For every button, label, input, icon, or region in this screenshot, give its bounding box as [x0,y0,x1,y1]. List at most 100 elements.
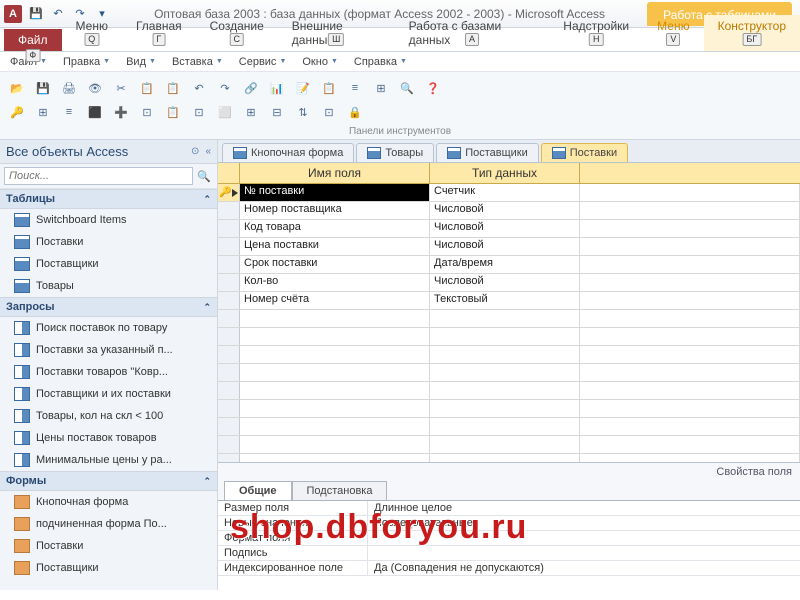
field-desc-cell[interactable] [580,184,800,201]
toolbar-button[interactable]: ⊟ [266,101,288,123]
row-selector[interactable] [218,436,240,453]
nav-item[interactable]: Поставки за указанный п... [0,339,217,361]
toolbar-button[interactable]: ⊞ [240,101,262,123]
ribbon-tab[interactable]: МенюQ [62,15,122,51]
document-tab[interactable]: Кнопочная форма [222,143,354,162]
row-selector[interactable] [218,202,240,219]
property-value[interactable]: Да (Совпадения не допускаются) [368,561,550,575]
menu-item[interactable]: Окно▼ [296,54,344,70]
ribbon-tab[interactable]: КонструкторБГ [704,15,800,51]
row-selector[interactable] [218,238,240,255]
field-row[interactable]: Срок поставкиДата/время [218,256,800,274]
ribbon-tab[interactable]: СозданиеС [196,15,278,51]
toolbar-button[interactable]: ⊞ [32,101,54,123]
field-desc-cell[interactable] [580,256,800,273]
toolbar-button[interactable]: 📋 [318,77,340,99]
nav-item[interactable]: Поставки [0,231,217,253]
file-tab[interactable]: Файл Ф [4,29,62,51]
nav-collapse-icon[interactable]: « [205,146,211,157]
toolbar-button[interactable]: ⇅ [292,101,314,123]
row-selector[interactable] [218,256,240,273]
row-selector[interactable] [218,346,240,363]
menu-item[interactable]: Вставка▼ [166,54,229,70]
toolbar-button[interactable]: 💾 [32,77,54,99]
nav-item[interactable]: Поиск поставок по товару [0,317,217,339]
field-name-cell[interactable]: № поставки [240,184,430,201]
toolbar-button[interactable]: ➕ [110,101,132,123]
field-row-empty[interactable] [218,400,800,418]
nav-header[interactable]: Все объекты Access ⊙ « [0,140,217,164]
field-type-cell[interactable]: Числовой [430,274,580,291]
toolbar-button[interactable]: 📂 [6,77,28,99]
toolbar-button[interactable]: ↷ [214,77,236,99]
property-value[interactable] [368,546,380,560]
menu-item[interactable]: Правка▼ [57,54,116,70]
row-selector[interactable] [218,382,240,399]
nav-item[interactable]: Поставщики [0,557,217,579]
document-tab[interactable]: Товары [356,143,434,162]
field-desc-cell[interactable] [580,292,800,309]
row-selector[interactable] [218,454,240,462]
qat-save-icon[interactable]: 💾 [26,4,46,24]
toolbar-button[interactable]: 📋 [162,77,184,99]
row-selector[interactable] [218,400,240,417]
row-selector[interactable] [218,328,240,345]
field-row[interactable]: Номер счётаТекстовый [218,292,800,310]
property-value[interactable]: Длинное целое [368,501,458,515]
field-name-cell[interactable]: Цена поставки [240,238,430,255]
document-tab[interactable]: Поставки [541,143,628,162]
toolbar-button[interactable]: 🔗 [240,77,262,99]
field-row-empty[interactable] [218,346,800,364]
field-type-cell[interactable]: Счетчик [430,184,580,201]
nav-filter-icon[interactable]: ⊙ [191,146,199,157]
nav-item[interactable]: подчиненная форма По... [0,513,217,535]
prop-tab-general[interactable]: Общие [224,481,292,500]
toolbar-button[interactable]: 📊 [266,77,288,99]
field-row-empty[interactable] [218,382,800,400]
document-tab[interactable]: Поставщики [436,143,539,162]
field-row-empty[interactable] [218,328,800,346]
field-name-cell[interactable]: Номер поставщика [240,202,430,219]
nav-group-header[interactable]: Запросы⌃ [0,297,217,317]
toolbar-button[interactable]: 🖨 [58,77,80,99]
toolbar-button[interactable]: 📝 [292,77,314,99]
field-desc-cell[interactable] [580,220,800,237]
field-row[interactable]: 🔑№ поставкиСчетчик [218,184,800,202]
property-row[interactable]: Индексированное полеДа (Совпадения не до… [218,561,800,576]
toolbar-button[interactable]: ⬜ [214,101,236,123]
menu-item[interactable]: Справка▼ [348,54,413,70]
field-type-cell[interactable]: Дата/время [430,256,580,273]
property-value[interactable]: Последовательные [368,516,479,530]
ribbon-tab[interactable]: ГлавнаяГ [122,15,196,51]
toolbar-button[interactable]: 📋 [162,101,184,123]
property-row[interactable]: Новые значенияПоследовательные [218,516,800,531]
field-name-cell[interactable]: Код товара [240,220,430,237]
property-row[interactable]: Подпись [218,546,800,561]
field-row-empty[interactable] [218,436,800,454]
nav-group-header[interactable]: Формы⌃ [0,471,217,491]
property-row[interactable]: Формат поля [218,531,800,546]
field-desc-cell[interactable] [580,238,800,255]
nav-group-header[interactable]: Таблицы⌃ [0,189,217,209]
nav-item[interactable]: Поставщики [0,253,217,275]
nav-item[interactable]: Товары, кол на скл < 100 [0,405,217,427]
toolbar-button[interactable]: ⊞ [370,77,392,99]
field-row[interactable]: Код товараЧисловой [218,220,800,238]
row-selector[interactable] [218,220,240,237]
toolbar-button[interactable]: ⬛ [84,101,106,123]
nav-item[interactable]: Цены поставок товаров [0,427,217,449]
field-name-cell[interactable]: Срок поставки [240,256,430,273]
col-description[interactable] [580,163,800,183]
toolbar-button[interactable]: ⊡ [318,101,340,123]
nav-item[interactable]: Switchboard Items [0,209,217,231]
ribbon-tab[interactable]: Работа с базами данныхА [395,15,550,51]
toolbar-button[interactable]: 🔍 [396,77,418,99]
toolbar-button[interactable]: 🔑 [6,101,28,123]
prop-tab-lookup[interactable]: Подстановка [292,481,388,500]
col-data-type[interactable]: Тип данных [430,163,580,183]
field-type-cell[interactable]: Числовой [430,220,580,237]
toolbar-button[interactable]: ❓ [422,77,444,99]
toolbar-button[interactable]: ⊡ [188,101,210,123]
nav-item[interactable]: Поставки [0,535,217,557]
toolbar-button[interactable]: 📋 [136,77,158,99]
